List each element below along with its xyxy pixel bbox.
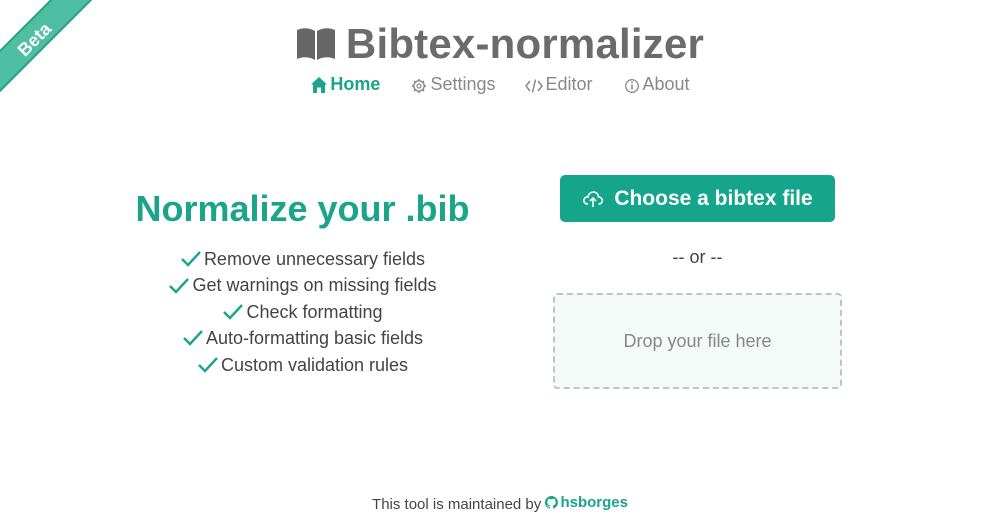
nav-home-label: Home [330,74,381,94]
feature-item: Remove unnecessary fields [100,246,505,272]
check-icon [181,251,201,267]
author-link[interactable]: hsborges [545,494,628,511]
info-icon [624,78,639,93]
brand: Bibtex-normalizer [296,20,704,68]
upload-section: Choose a bibtex file -- or -- Drop your … [553,175,842,389]
nav-about-label: About [642,74,690,94]
or-separator: -- or -- [672,247,723,267]
check-icon [183,330,203,347]
feature-item: Get warnings on missing fields [100,272,505,298]
book-icon [296,28,335,60]
cloud-upload-icon [583,190,604,207]
main-nav: Home Settings Editor About [0,74,1000,95]
headline: Normalize your .bib [135,188,470,229]
nav-editor-label: Editor [545,74,593,94]
feature-item: Custom validation rules [100,352,505,378]
nav-settings[interactable]: Settings [410,74,495,95]
feature-list: Remove unnecessary fields Get warnings o… [100,246,505,378]
home-icon [311,76,328,93]
check-icon [198,357,218,373]
file-dropzone[interactable]: Drop your file here [553,293,842,389]
check-icon [169,277,190,294]
feature-text: Check formatting [246,301,383,322]
choose-file-label: Choose a bibtex file [614,186,813,210]
feature-item: Auto-formatting basic fields [100,325,505,351]
code-icon [525,78,544,93]
footer-text: This tool is maintained by [372,496,542,513]
feature-item: Check formatting [100,299,505,325]
nav-home[interactable]: Home [310,74,380,95]
feature-text: Remove unnecessary fields [203,249,426,269]
nav-settings-label: Settings [430,74,496,94]
app-title: Bibtex-normalizer [345,20,705,67]
check-icon [223,304,244,320]
choose-file-button[interactable]: Choose a bibtex file [560,175,835,222]
dropzone-label: Drop your file here [623,330,772,351]
feature-text: Get warnings on missing fields [192,275,437,296]
footer: This tool is maintained by hsborges [0,494,1000,513]
nav-about[interactable]: About [623,74,690,95]
github-icon [545,496,559,509]
nav-editor[interactable]: Editor [525,74,593,95]
feature-text: Auto-formatting basic fields [205,328,424,349]
header: Bibtex-normalizer [0,20,1000,68]
author-name: hsborges [560,494,628,511]
gear-icon [412,78,427,93]
feature-text: Custom validation rules [220,354,409,375]
intro-section: Normalize your .bib Remove unnecessary f… [100,188,505,378]
